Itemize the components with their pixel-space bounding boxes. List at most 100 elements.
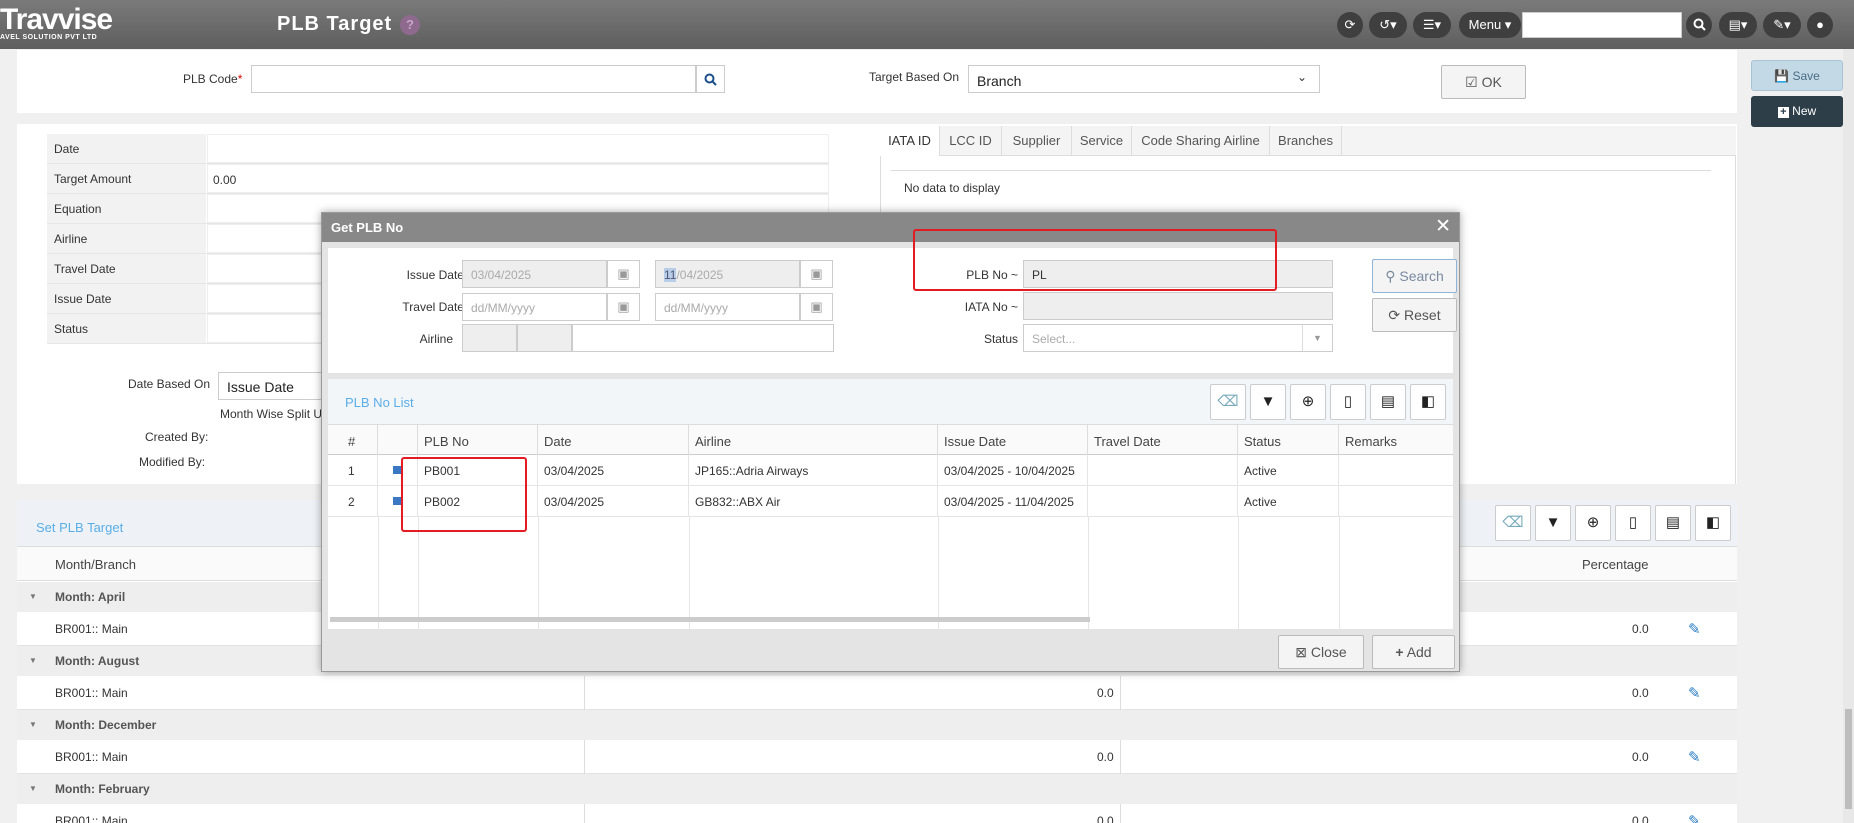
modified-by-label: Modified By: — [139, 455, 206, 469]
language-icon[interactable]: ▤▾ — [1719, 12, 1757, 38]
filter-icon[interactable]: ▼ — [1535, 505, 1571, 541]
detail-label: Travel Date — [47, 254, 206, 283]
travel-date-from-input[interactable]: dd/MM/yyyy — [462, 293, 607, 321]
column-divider — [584, 676, 585, 710]
status-cell: Active — [1238, 455, 1339, 486]
status-select[interactable]: Select... ▼ — [1023, 324, 1333, 352]
tab-service[interactable]: Service — [1072, 126, 1132, 156]
theme-brush-icon[interactable]: ✎▾ — [1763, 12, 1801, 38]
plb-code-search-button[interactable] — [696, 65, 725, 93]
detail-label: Status — [47, 314, 206, 343]
travel-date-to-input[interactable]: dd/MM/yyyy — [655, 293, 800, 321]
eraser-icon[interactable]: ⌫ — [1495, 505, 1531, 541]
remarks-cell — [1339, 486, 1453, 517]
airline-code-input[interactable] — [462, 324, 517, 352]
search-button[interactable]: ⚲ Search — [1372, 259, 1457, 293]
pdf-icon[interactable]: ▯ — [1615, 505, 1651, 541]
menu-button[interactable]: Menu ▾ — [1459, 12, 1521, 38]
list-menu-icon[interactable]: ☰▾ — [1413, 12, 1451, 38]
col-select[interactable] — [378, 425, 418, 455]
zoom-icon[interactable]: ⊕ — [1575, 505, 1611, 541]
scrollbar-thumb[interactable] — [1845, 709, 1852, 809]
col-plb-no[interactable]: PLB No — [418, 425, 538, 455]
column-divider — [378, 517, 379, 629]
calendar-icon[interactable]: ▣ — [800, 293, 833, 321]
calendar-icon[interactable]: ▣ — [607, 293, 640, 321]
save-button[interactable]: 💾 Save — [1751, 60, 1843, 91]
col-issue-date[interactable]: Issue Date — [938, 425, 1088, 455]
iata-no-input[interactable] — [1023, 292, 1333, 320]
tab-iata-id[interactable]: IATA ID — [880, 126, 940, 156]
add-button-label: Add — [1406, 644, 1432, 660]
add-button[interactable]: + Add — [1372, 635, 1455, 669]
tab-supplier[interactable]: Supplier — [1002, 126, 1072, 156]
calendar-icon[interactable]: ▣ — [800, 260, 833, 288]
eraser-icon[interactable]: ⌫ — [1210, 384, 1246, 420]
tab-code-sharing-airline[interactable]: Code Sharing Airline — [1132, 126, 1270, 156]
calendar-icon[interactable]: ▣ — [607, 260, 640, 288]
target-based-on-select[interactable]: Branch ⌄ — [968, 65, 1320, 93]
status-cell: Active — [1238, 486, 1339, 517]
col-date[interactable]: Date — [538, 425, 689, 455]
top-search-input[interactable] — [1522, 12, 1682, 38]
grid-title: Set PLB Target — [36, 520, 124, 535]
excel-icon[interactable]: ▤ — [1655, 505, 1691, 541]
date-based-on-select[interactable]: Issue Date — [218, 372, 328, 400]
user-icon[interactable]: ● — [1807, 12, 1833, 38]
ok-button[interactable]: ☑ OK — [1441, 65, 1526, 99]
airline-label: Airline — [419, 332, 453, 346]
col-num[interactable]: # — [328, 425, 378, 455]
col-travel-date[interactable]: Travel Date — [1088, 425, 1238, 455]
zoom-icon[interactable]: ⊕ — [1290, 384, 1326, 420]
issue-date-from-input[interactable]: 03/04/2025 — [462, 260, 607, 288]
refresh-icon[interactable]: ⟳ — [1337, 12, 1363, 38]
menu-button-label: Menu — [1468, 17, 1502, 32]
modal-footer: ⊠ Close + Add — [322, 633, 1459, 671]
col-remarks[interactable]: Remarks — [1339, 425, 1453, 455]
help-icon[interactable]: ? — [400, 15, 420, 35]
pdf-icon[interactable]: ▯ — [1330, 384, 1366, 420]
column-divider — [418, 517, 419, 629]
amount-cell: 0.0 — [1097, 686, 1114, 700]
columns-icon[interactable]: ◧ — [1410, 384, 1446, 420]
airline-id-input[interactable] — [517, 324, 572, 352]
tab-lcc-id[interactable]: LCC ID — [940, 126, 1002, 156]
columns-icon[interactable]: ◧ — [1695, 505, 1731, 541]
row-marker-icon — [393, 466, 401, 474]
detail-value: 0.00 — [207, 164, 829, 193]
column-divider — [538, 517, 539, 629]
new-button[interactable]: + New — [1751, 96, 1843, 127]
search-icon[interactable] — [1686, 12, 1712, 38]
col-airline[interactable]: Airline — [689, 425, 938, 455]
filter-icon[interactable]: ▼ — [1250, 384, 1286, 420]
edit-pencil-icon[interactable]: ✎ — [1688, 684, 1701, 702]
tab-branches[interactable]: Branches — [1270, 126, 1342, 156]
excel-icon[interactable]: ▤ — [1370, 384, 1406, 420]
app-logo[interactable]: Travvise AVEL SOLUTION PVT LTD — [0, 5, 113, 42]
horizontal-scrollbar[interactable] — [330, 617, 1090, 622]
airline-name-input[interactable] — [572, 324, 834, 352]
edit-pencil-icon[interactable]: ✎ — [1688, 748, 1701, 766]
collapse-icon[interactable]: ▼ — [29, 592, 37, 601]
col-percentage: Percentage — [1582, 557, 1649, 572]
group-row-december[interactable]: ▼ Month: December — [17, 710, 1737, 740]
group-row-february[interactable]: ▼ Month: February — [17, 774, 1737, 804]
edit-pencil-icon[interactable]: ✎ — [1688, 812, 1701, 823]
close-button[interactable]: ⊠ Close — [1278, 635, 1364, 669]
close-icon[interactable]: ✕ — [1435, 216, 1451, 238]
reset-button[interactable]: ⟳ Reset — [1372, 298, 1457, 332]
target-based-on-value: Branch — [977, 73, 1022, 89]
col-status[interactable]: Status — [1238, 425, 1339, 455]
issue-date-to-input[interactable]: 11/04/2025 — [655, 260, 800, 288]
remarks-cell — [1339, 455, 1453, 486]
page-scrollbar[interactable] — [1843, 49, 1854, 823]
plb-code-input[interactable] — [251, 65, 696, 93]
list-toolbar: PLB No List ⌫ ▼ ⊕ ▯ ▤ ◧ — [328, 379, 1453, 425]
collapse-icon[interactable]: ▼ — [29, 784, 37, 793]
collapse-icon[interactable]: ▼ — [29, 720, 37, 729]
history-icon[interactable]: ↺▾ — [1369, 12, 1407, 38]
edit-pencil-icon[interactable]: ✎ — [1688, 620, 1701, 638]
collapse-icon[interactable]: ▼ — [29, 656, 37, 665]
target-based-on-label: Target Based On — [869, 70, 960, 84]
close-button-label: Close — [1310, 644, 1347, 660]
